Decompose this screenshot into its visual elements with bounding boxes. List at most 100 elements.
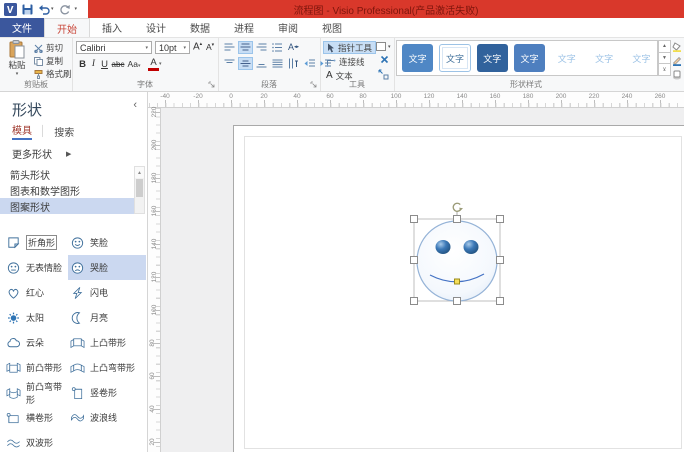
tab-process[interactable]: 进程 <box>222 18 266 37</box>
change-case-button[interactable]: Aa▾ <box>126 59 142 69</box>
shape-moon[interactable]: 月亮 <box>68 305 146 330</box>
tab-file[interactable]: 文件 <box>0 18 44 37</box>
style-swatch-7[interactable]: 文字 <box>625 44 658 72</box>
text-direction-icon[interactable] <box>286 57 301 70</box>
shape-horizontal-scroll[interactable]: 横卷形 <box>4 405 68 430</box>
handle-top-right[interactable] <box>496 215 504 223</box>
font-color-button[interactable]: A <box>148 57 159 71</box>
connector-tool-button[interactable]: 连接线 <box>323 55 368 68</box>
rectangle-tool-button[interactable]: ▾ <box>376 42 391 51</box>
shape-sad-face[interactable]: 哭脸 <box>68 255 146 280</box>
shape-vertical-scroll[interactable]: 竖卷形 <box>68 380 146 405</box>
handle-top-left[interactable] <box>410 215 418 223</box>
cut-button[interactable]: 剪切 <box>34 42 63 54</box>
paragraph-dialog-launcher-icon[interactable] <box>310 81 318 89</box>
shape-double-wave[interactable]: 双波形 <box>4 430 68 455</box>
fill-button[interactable]: 填充 <box>672 41 684 53</box>
justify-icon[interactable] <box>270 57 285 70</box>
visio-app-icon[interactable] <box>4 2 17 16</box>
undo-button[interactable]: ▾ <box>38 4 54 15</box>
stencil-pattern-shapes[interactable]: 图案形状 <box>0 198 134 214</box>
tab-view[interactable]: 视图 <box>310 18 354 37</box>
shape-cloud[interactable]: 云朵 <box>4 330 68 355</box>
font-family-select[interactable]: Calibri ▾ <box>76 41 152 54</box>
stencil-scrollbar[interactable]: ▲ <box>134 166 145 214</box>
handle-top-center[interactable] <box>453 215 461 223</box>
handle-middle-left[interactable] <box>410 256 418 264</box>
shape-ribbon-front[interactable]: 前凸带形 <box>4 355 68 380</box>
align-left-icon[interactable] <box>222 41 237 54</box>
align-right-icon[interactable] <box>254 41 269 54</box>
shape-folded-corner[interactable]: 折角形 <box>4 230 68 255</box>
style-swatch-3[interactable]: 文字 <box>476 44 508 72</box>
gallery-scroll-down-icon[interactable]: ▼ <box>658 52 671 65</box>
italic-button[interactable]: I <box>88 59 99 69</box>
shape-ribbon-up[interactable]: 上凸带形 <box>68 330 146 355</box>
chevron-down-icon[interactable]: ▾ <box>159 61 162 67</box>
decrease-indent-icon[interactable] <box>302 57 317 70</box>
align-top-icon[interactable] <box>222 57 237 70</box>
scroll-thumb[interactable] <box>136 179 143 197</box>
character-spacing-icon[interactable]: A ◂▸ <box>286 41 301 54</box>
underline-button[interactable]: U <box>99 59 110 70</box>
paste-button[interactable]: 粘贴 ▾ <box>3 40 31 77</box>
shape-heart[interactable]: 红心 <box>4 280 68 305</box>
shape-curved-ribbon-front[interactable]: 前凸弯带形 <box>4 380 68 405</box>
stencil-arrow-shapes[interactable]: 箭头形状 <box>0 166 134 182</box>
style-swatch-4[interactable]: 文字 <box>513 44 546 72</box>
tab-home[interactable]: 开始 <box>44 18 90 37</box>
style-swatch-6[interactable]: 文字 <box>588 44 620 72</box>
align-middle-icon[interactable] <box>238 56 253 70</box>
style-swatch-2[interactable]: 文字 <box>439 44 471 72</box>
handle-middle-right[interactable] <box>496 256 504 264</box>
selected-shape-smiley[interactable] <box>404 198 514 310</box>
scroll-up-icon[interactable]: ▲ <box>135 167 144 178</box>
bullets-icon[interactable] <box>270 41 285 54</box>
handle-bottom-left[interactable] <box>410 297 418 305</box>
vertical-ruler[interactable]: 22020018016014012010080604020 <box>148 107 161 452</box>
align-bottom-icon[interactable] <box>254 57 269 70</box>
style-swatch-5[interactable]: 文字 <box>551 44 583 72</box>
shape-curved-ribbon-up[interactable]: 上凸弯带形 <box>68 355 146 380</box>
style-swatch-1[interactable]: 文字 <box>402 44 434 72</box>
shape-lightning[interactable]: 闪电 <box>68 280 146 305</box>
tab-stencils[interactable]: 模具 <box>12 122 32 140</box>
paste-dropdown-icon[interactable]: ▾ <box>16 71 19 77</box>
copy-button[interactable]: 复制 <box>34 55 63 67</box>
grow-font-button[interactable]: A▴ <box>193 41 202 52</box>
gallery-more-icon[interactable]: ⊻ <box>658 64 671 77</box>
shape-sun[interactable]: 太阳 <box>4 305 68 330</box>
horizontal-ruler[interactable]: -40 -20 0 20 40 60 80 100 120 140 160 180 200 220 240 2… <box>148 92 684 108</box>
shape-neutral-face[interactable]: 无表情脸 <box>4 255 68 280</box>
bold-button[interactable]: B <box>77 59 88 70</box>
mouth-control-handle[interactable] <box>454 278 460 285</box>
align-center-icon[interactable] <box>238 40 253 54</box>
shrink-font-button[interactable]: A▾ <box>206 42 214 52</box>
strikethrough-button[interactable]: abc <box>110 60 126 69</box>
shape-wave[interactable]: 波浪线 <box>68 405 146 430</box>
handle-bottom-right[interactable] <box>496 297 504 305</box>
tab-insert[interactable]: 插入 <box>90 18 134 37</box>
line-button[interactable]: 线条 <box>672 55 684 67</box>
chevron-left-icon[interactable]: ‹ <box>133 99 137 111</box>
smiley-face-shape[interactable] <box>416 220 498 302</box>
tab-data[interactable]: 数据 <box>178 18 222 37</box>
more-shapes-button[interactable]: 更多形状 ▶ <box>12 146 71 161</box>
shape-smiley[interactable]: 笑脸 <box>68 230 146 255</box>
gallery-scroll-up-icon[interactable]: ▲ <box>658 40 671 53</box>
connection-point-x-button[interactable] <box>380 55 389 64</box>
tab-search[interactable]: 搜索 <box>54 124 74 139</box>
rotation-handle-icon[interactable] <box>452 202 462 212</box>
undo-dropdown-icon[interactable]: ▾ <box>51 6 54 12</box>
effects-button[interactable]: 效果 <box>672 69 684 81</box>
stencil-charts-math[interactable]: 图表和数学图形 <box>0 182 134 198</box>
redo-icon[interactable] <box>59 4 70 15</box>
save-icon[interactable] <box>22 4 33 15</box>
font-dialog-launcher-icon[interactable] <box>208 81 216 89</box>
pointer-tool-button[interactable]: 指针工具 <box>323 41 377 54</box>
tab-review[interactable]: 审阅 <box>266 18 310 37</box>
tab-design[interactable]: 设计 <box>134 18 178 37</box>
handle-bottom-center[interactable] <box>453 297 461 305</box>
font-size-select[interactable]: 10pt ▾ <box>155 41 190 54</box>
customize-qat-icon[interactable]: ▾ <box>75 6 78 12</box>
